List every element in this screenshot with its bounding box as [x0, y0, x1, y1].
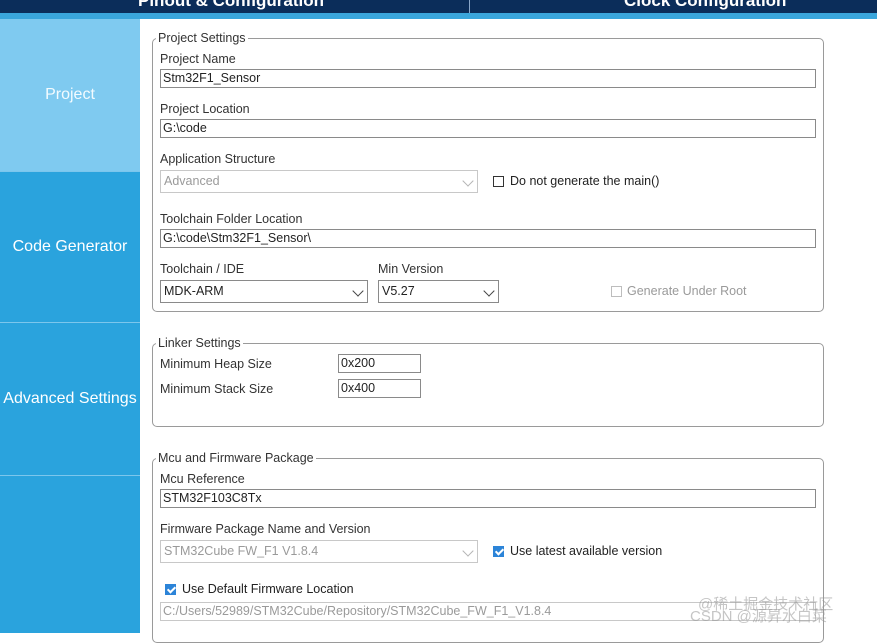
firmware-package-select[interactable]: STM32Cube FW_F1 V1.8.4: [160, 540, 478, 563]
mcu-reference-label: Mcu Reference: [160, 472, 245, 486]
watermark-line-2: CSDN @源昇水白菜: [690, 608, 827, 625]
project-settings-legend: Project Settings: [156, 31, 248, 45]
min-stack-size-input[interactable]: 0x400: [338, 379, 421, 398]
project-name-input[interactable]: Stm32F1_Sensor: [160, 69, 816, 88]
min-version-select[interactable]: V5.27: [378, 280, 499, 303]
project-location-input[interactable]: G:\code: [160, 119, 816, 138]
use-default-firmware-location-checkbox[interactable]: [165, 584, 176, 595]
tab-clock-configuration[interactable]: Clock Configuration: [624, 0, 786, 11]
min-stack-size-label: Minimum Stack Size: [160, 382, 274, 396]
use-default-firmware-location-label: Use Default Firmware Location: [182, 582, 354, 596]
top-tab-bar: Pinout & Configuration Clock Configurati…: [0, 0, 877, 13]
app-structure-select[interactable]: Advanced: [160, 170, 478, 193]
min-version-value: V5.27: [382, 284, 415, 298]
sidebar-item-label: Project: [45, 86, 95, 103]
sidebar: Project Code Generator Advanced Settings: [0, 19, 140, 633]
toolchain-folder-input[interactable]: G:\code\Stm32F1_Sensor\: [160, 229, 816, 248]
min-heap-size-input[interactable]: 0x200: [338, 354, 421, 373]
toolchain-ide-value: MDK-ARM: [164, 284, 224, 298]
firmware-package-label: Firmware Package Name and Version: [160, 522, 371, 536]
sidebar-item-advanced-settings[interactable]: Advanced Settings: [0, 323, 140, 476]
chevron-down-icon: [352, 285, 364, 297]
use-latest-version-checkbox[interactable]: [493, 546, 504, 557]
use-latest-version-label: Use latest available version: [510, 544, 663, 558]
tab-separator: [469, 0, 470, 13]
chevron-down-icon: [462, 175, 474, 187]
do-not-generate-main-checkbox[interactable]: [493, 176, 504, 187]
toolchain-ide-select[interactable]: MDK-ARM: [160, 280, 368, 303]
linker-settings-legend: Linker Settings: [156, 336, 243, 350]
chevron-down-icon: [483, 285, 495, 297]
chevron-down-icon: [462, 545, 474, 557]
mcu-firmware-legend: Mcu and Firmware Package: [156, 451, 316, 465]
tab-pinout-configuration[interactable]: Pinout & Configuration: [138, 0, 324, 11]
toolchain-ide-label: Toolchain / IDE: [160, 262, 245, 276]
sidebar-item-label: Code Generator: [12, 238, 128, 255]
project-name-label: Project Name: [160, 52, 236, 66]
sidebar-item-code-generator[interactable]: Code Generator: [0, 172, 140, 323]
sidebar-item-project[interactable]: Project: [0, 19, 140, 172]
firmware-package-value: STM32Cube FW_F1 V1.8.4: [164, 544, 319, 558]
app-structure-label: Application Structure: [160, 152, 276, 166]
min-heap-size-label: Minimum Heap Size: [160, 357, 272, 371]
app-structure-value: Advanced: [164, 174, 220, 188]
toolchain-folder-label: Toolchain Folder Location: [160, 212, 303, 226]
project-location-label: Project Location: [160, 102, 250, 116]
generate-under-root-label: Generate Under Root: [627, 284, 747, 298]
min-version-label: Min Version: [378, 262, 444, 276]
mcu-reference-input[interactable]: STM32F103C8Tx: [160, 489, 816, 508]
generate-under-root-checkbox[interactable]: [611, 286, 622, 297]
do-not-generate-main-label: Do not generate the main(): [510, 174, 660, 188]
sidebar-item-label: Advanced Settings: [3, 390, 137, 407]
